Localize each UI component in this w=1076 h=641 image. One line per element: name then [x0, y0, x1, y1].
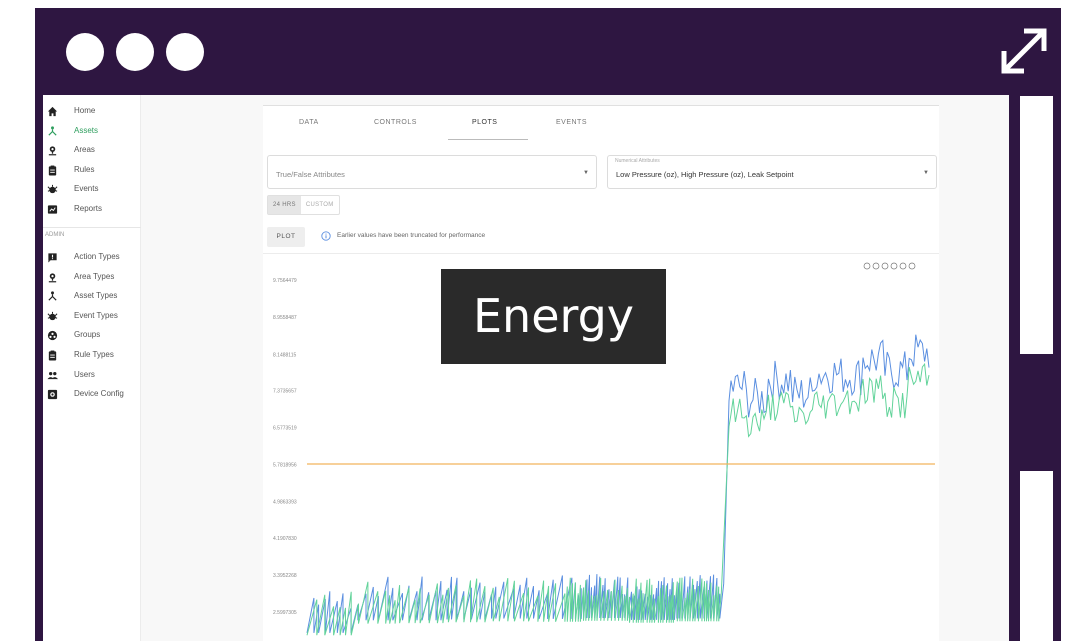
y-tick-label: 7.3735657 [273, 389, 297, 395]
truncation-info-message: Earlier values have been truncated for p… [337, 232, 486, 239]
home-icon [47, 106, 58, 117]
sidebar-item-rule-types[interactable]: Rule Types [43, 347, 141, 365]
sidebar: Home Assets Areas Rules Events Reports ADMIN … [43, 95, 141, 641]
groups-icon [47, 331, 58, 341]
y-tick-label: 8.1488115 [273, 353, 296, 359]
series-line-high-pressure [306, 334, 930, 634]
asset-tree-icon [48, 125, 57, 136]
tab-data[interactable]: DATA [299, 119, 319, 126]
y-tick-label: 9.7564479 [273, 278, 297, 284]
sidebar-item-label: Event Types [74, 310, 118, 320]
overlay-caption-text: Energy [472, 289, 635, 343]
tab-events[interactable]: EVENTS [556, 119, 587, 126]
y-tick-label: 5.7818956 [273, 462, 297, 468]
location-pin-icon [48, 272, 57, 282]
asset-tree-icon [48, 291, 57, 301]
sidebar-item-reports[interactable]: Reports [43, 201, 141, 219]
tab-plots[interactable]: PLOTS [472, 119, 497, 126]
numerical-attributes-select[interactable]: Numerical Attributes Low Pressure (oz), … [607, 155, 937, 189]
sidebar-item-label: Events [74, 184, 99, 194]
y-tick-label: 8.9558487 [273, 315, 297, 321]
plot-button[interactable]: PLOT [267, 227, 305, 247]
tab-controls[interactable]: CONTROLS [374, 119, 417, 126]
series-line-low-pressure [306, 362, 930, 636]
sidebar-item-label: Device Config [74, 389, 124, 399]
sidebar-item-event-types[interactable]: Event Types [43, 308, 141, 326]
sidebar-item-label: Rule Types [74, 350, 114, 359]
app-window: Home Assets Areas Rules Events Reports ADMIN … [43, 95, 1009, 641]
main-content: DATA CONTROLS PLOTS EVENTS True/False At… [141, 95, 1009, 641]
sidebar-item-areas[interactable]: Areas [43, 142, 141, 160]
sidebar-item-rules[interactable]: Rules [43, 162, 141, 180]
sidebar-item-home[interactable]: Home [43, 103, 141, 121]
report-icon [47, 205, 58, 214]
expand-icon[interactable] [998, 25, 1050, 77]
sidebar-item-device-config[interactable]: Device Config [43, 386, 141, 404]
sidebar-section-admin: ADMIN [45, 232, 65, 238]
y-tick-label: 2.5997305 [273, 610, 297, 616]
zoom-out-icon[interactable] [872, 262, 880, 270]
info-icon [321, 231, 331, 241]
zoom-in-icon[interactable] [863, 262, 871, 270]
sidebar-item-label: Home [74, 106, 96, 115]
window-dot-1[interactable] [66, 33, 104, 71]
asset-panel: DATA CONTROLS PLOTS EVENTS True/False At… [263, 105, 939, 641]
sidebar-divider [43, 227, 141, 228]
window-dot-2[interactable] [116, 33, 154, 71]
sidebar-item-label: Reports [74, 204, 103, 213]
right-scroll-panel-top [1020, 96, 1053, 354]
users-icon [47, 371, 58, 379]
window-dot-3[interactable] [166, 33, 204, 71]
numerical-attributes-value: Low Pressure (oz), High Pressure (oz), L… [616, 170, 794, 179]
menu-icon[interactable] [908, 262, 916, 270]
y-tick-label: 3.3952268 [273, 573, 297, 579]
sidebar-item-label: Rules [74, 164, 95, 174]
tabs-divider [263, 105, 939, 106]
sidebar-item-area-types[interactable]: Area Types [43, 269, 141, 287]
sidebar-item-label: Assets [74, 125, 99, 135]
sidebar-item-action-types[interactable]: Action Types [43, 249, 141, 267]
sidebar-item-assets[interactable]: Assets [43, 123, 141, 141]
y-tick-label: 4.9863393 [273, 499, 297, 505]
window-titlebar [35, 8, 1061, 95]
chevron-down-icon: ▼ [583, 170, 589, 176]
sidebar-item-label: Area Types [74, 271, 115, 281]
range-24hrs-button[interactable]: 24 HRS [268, 196, 301, 214]
overlay-caption: Energy [441, 269, 666, 364]
sidebar-item-label: Action Types [74, 252, 120, 261]
time-range-toggle: 24 HRS CUSTOM [267, 195, 340, 215]
boolean-attributes-placeholder: True/False Attributes [276, 170, 345, 179]
range-custom-button[interactable]: CUSTOM [301, 196, 339, 214]
numerical-attributes-label: Numerical Attributes [615, 158, 660, 164]
home-icon[interactable] [899, 262, 907, 270]
device-config-icon [47, 390, 58, 400]
clipboard-icon [48, 165, 57, 176]
right-scroll-panel-bottom [1020, 471, 1053, 641]
location-pin-icon [48, 146, 57, 156]
magnify-icon[interactable] [881, 262, 889, 270]
action-flag-icon [48, 253, 57, 263]
sidebar-item-events[interactable]: Events [43, 181, 141, 199]
alarm-icon [47, 185, 58, 194]
sidebar-item-label: Asset Types [74, 291, 118, 301]
sidebar-item-label: Groups [74, 330, 101, 340]
alarm-icon [47, 311, 58, 320]
y-tick-label: 6.5773519 [273, 425, 297, 431]
clipboard-icon [48, 350, 57, 361]
y-tick-label: 4.1907830 [273, 536, 297, 542]
sidebar-item-label: Areas [74, 145, 95, 155]
sidebar-item-label: Users [74, 369, 95, 379]
chart-toolbar[interactable] [863, 262, 916, 270]
sidebar-item-users[interactable]: Users [43, 367, 141, 385]
pan-icon[interactable] [890, 262, 898, 270]
chevron-down-icon: ▼ [923, 170, 929, 176]
sidebar-item-groups[interactable]: Groups [43, 327, 141, 345]
active-tab-indicator [448, 139, 528, 140]
boolean-attributes-select[interactable]: True/False Attributes ▼ [267, 155, 597, 189]
sidebar-item-asset-types[interactable]: Asset Types [43, 288, 141, 306]
